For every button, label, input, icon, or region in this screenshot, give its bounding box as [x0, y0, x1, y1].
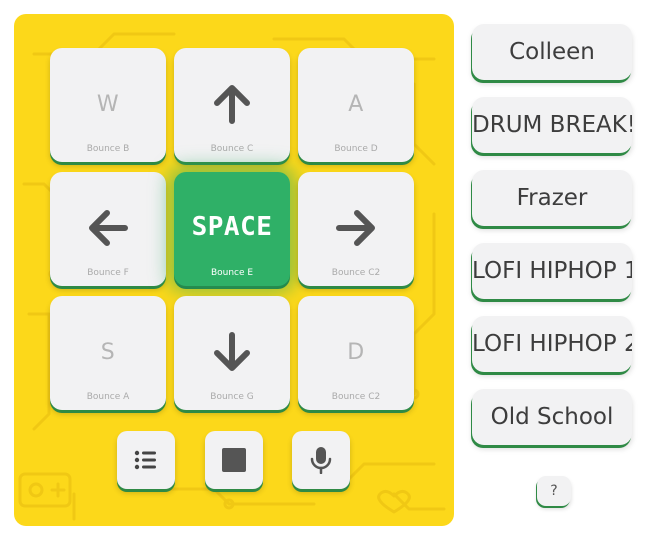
pad-left[interactable]: Bounce F [50, 172, 166, 286]
pad-up[interactable]: Bounce C [174, 48, 290, 162]
help-button[interactable]: ? [537, 476, 571, 506]
pad-down[interactable]: Bounce G [174, 296, 290, 410]
arrow-down-icon [214, 332, 250, 371]
pad-sound-label: Bounce G [210, 392, 254, 402]
pad-a[interactable]: A Bounce D [298, 48, 414, 162]
pad-w[interactable]: W Bounce B [50, 48, 166, 162]
pad-sound-label: Bounce A [86, 392, 130, 402]
beat-button-lofi-hiphop-2[interactable]: LOFI HIPHOP 2 [472, 316, 632, 372]
pad-sound-label: Bounce B [86, 144, 130, 154]
microphone-icon [310, 447, 332, 474]
pad-space[interactable]: SPACE Bounce E [174, 172, 290, 286]
pad-right[interactable]: Bounce C2 [298, 172, 414, 286]
pad-key-label: D [347, 340, 365, 365]
pad-sound-label: Bounce E [210, 268, 254, 278]
pad-d[interactable]: D Bounce C2 [298, 296, 414, 410]
pad-key-label: SPACE [191, 212, 273, 242]
stop-button[interactable] [205, 431, 263, 489]
list-icon [134, 450, 156, 470]
beat-button-frazer[interactable]: Frazer [472, 170, 632, 226]
pad-sound-label: Bounce F [87, 268, 129, 278]
pad-sound-label: Bounce C [210, 144, 254, 154]
arrow-left-icon [89, 210, 128, 246]
pad-sound-label: Bounce C2 [331, 268, 381, 278]
pad-key-label: A [348, 92, 364, 117]
record-button[interactable] [292, 431, 350, 489]
beat-button-old-school[interactable]: Old School [472, 389, 632, 445]
pad-s[interactable]: S Bounce A [50, 296, 166, 410]
pad-key-label: S [100, 340, 116, 365]
pad-sound-label: Bounce C2 [331, 392, 381, 402]
beat-button-colleen[interactable]: Colleen [472, 24, 632, 80]
arrow-right-icon [336, 210, 375, 246]
pad-sound-label: Bounce D [334, 144, 378, 154]
playlist-button[interactable] [117, 431, 175, 489]
beat-button-drum-break[interactable]: DRUM BREAK! [472, 97, 632, 153]
pad-key-label: W [96, 92, 120, 117]
beat-button-lofi-hiphop-1[interactable]: LOFI HIPHOP 1 [472, 243, 632, 299]
arrow-up-icon [214, 85, 250, 124]
stop-icon [222, 448, 246, 472]
